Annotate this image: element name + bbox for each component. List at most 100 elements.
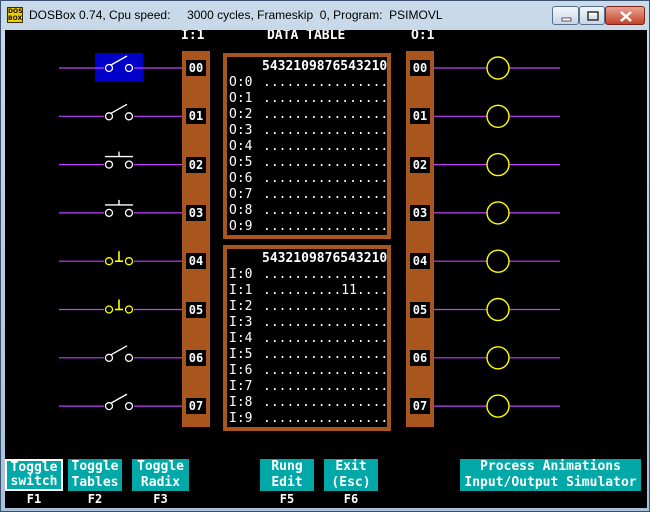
output-address-04: 04 <box>410 253 430 270</box>
output-table-row-label: O:1 <box>229 91 253 106</box>
input-address-01: 01 <box>186 108 206 125</box>
output-table-row-bits: ................ <box>263 187 389 202</box>
input-table-row-bits: ................ <box>263 379 389 394</box>
output-table-row-bits: ................ <box>263 107 389 122</box>
maximize-icon <box>587 11 599 21</box>
input-table-row: I:6................ <box>229 363 388 379</box>
input-table-row-bits: ................ <box>263 347 389 362</box>
input-table-row: I:4................ <box>229 331 388 347</box>
output-table-row-bits: ................ <box>263 171 389 186</box>
toggle-radix-button[interactable]: Toggle Radix <box>132 459 189 491</box>
input-table-row: I:1 ..........11.... <box>229 283 388 299</box>
output-lamp-01 <box>434 104 560 129</box>
output-table-row-label: O:2 <box>229 107 253 122</box>
input-table-row-bits: ................ <box>263 411 389 426</box>
output-address-07: 07 <box>410 398 430 415</box>
output-address-02: 02 <box>410 156 430 173</box>
maximize-button[interactable] <box>579 6 605 25</box>
input-table-row-label: I:1 <box>229 283 253 298</box>
output-lamp-05 <box>434 297 560 322</box>
output-table-row-label: O:4 <box>229 139 253 154</box>
output-address-03: 03 <box>410 204 430 221</box>
function-key-label-f3: F3 <box>153 492 168 506</box>
output-table-row: O:5................ <box>229 155 388 171</box>
output-table-row: O:4................ <box>229 139 388 155</box>
input-table-row: I:3................ <box>229 315 388 331</box>
input-bit-header: 5432109876543210 <box>262 251 388 266</box>
rung-edit-button[interactable]: Rung Edit <box>260 459 314 491</box>
data-table-title: DATA TABLE <box>267 30 346 43</box>
toggle-tables-button[interactable]: Toggle Tables <box>68 459 122 491</box>
minimize-icon <box>561 17 572 22</box>
function-key-label-f6: F6 <box>343 492 359 506</box>
input-table-row-label: I:0 <box>229 267 253 282</box>
input-table-row-label: I:2 <box>229 299 253 314</box>
input-table-row-bits: ................ <box>263 315 389 330</box>
input-switch-02[interactable] <box>59 151 182 169</box>
input-table-row-label: I:4 <box>229 331 253 346</box>
minimize-button[interactable] <box>552 6 579 25</box>
input-table-row-label: I:7 <box>229 379 253 394</box>
inputs-header: I:1 <box>181 30 205 43</box>
process-animations-button[interactable]: Process Animations Input/Output Simulato… <box>460 459 641 491</box>
dosbox-window: DOS BOX DOSBox 0.74, Cpu speed: 3000 cyc… <box>0 0 650 512</box>
outputs-header: O:1 <box>411 30 435 43</box>
output-table-row-label: O:7 <box>229 187 253 202</box>
input-switch-05[interactable] <box>59 299 182 314</box>
output-lamp-00 <box>434 56 560 80</box>
output-lamp-06 <box>434 346 560 370</box>
output-table-row-bits: ................ <box>263 219 389 234</box>
input-table-row-bits: ................ <box>263 267 389 282</box>
input-switch-01[interactable] <box>59 103 182 121</box>
output-address-06: 06 <box>410 349 430 366</box>
output-table-row-label: O:5 <box>229 155 253 170</box>
dos-screen[interactable]: I:1 DATA TABLE O:1 00 01 02 03 04 05 06 07 00 01… <box>5 30 647 508</box>
output-table-row: O:7................ <box>229 187 388 203</box>
function-key-label-f2: F2 <box>87 492 103 506</box>
title-bar[interactable]: DOS BOX DOSBox 0.74, Cpu speed: 3000 cyc… <box>1 1 649 30</box>
input-switch-04[interactable] <box>59 251 182 266</box>
input-table-row-bits: ................ <box>263 363 389 378</box>
dosbox-app-icon: DOS BOX <box>7 7 23 23</box>
input-table-row-bits: ................ <box>263 395 389 410</box>
output-lamp-03 <box>434 201 560 225</box>
input-data-table: 5432109876543210 I:0................ I:1.… <box>223 245 391 431</box>
input-switch-00[interactable] <box>59 53 182 82</box>
input-table-row-bits: ..........11.... <box>263 283 389 298</box>
output-address-05: 05 <box>410 301 430 318</box>
function-key-label-f1: F1 <box>26 492 42 506</box>
input-switch-03[interactable] <box>59 199 182 218</box>
exit-button[interactable]: Exit (Esc) <box>324 459 378 491</box>
output-address-01: 01 <box>410 108 430 125</box>
output-lamp-02 <box>434 152 560 177</box>
output-table-row: O:6................ <box>229 171 388 187</box>
output-table-row-bits: ................ <box>263 139 389 154</box>
output-table-row-bits: ................ <box>263 155 389 170</box>
input-switch-07[interactable] <box>59 393 182 411</box>
output-address-00: 00 <box>410 60 430 76</box>
output-table-row: O:8................ <box>229 203 388 219</box>
input-address-04: 04 <box>186 253 206 270</box>
output-lamp-04 <box>434 249 560 273</box>
output-table-row-label: O:3 <box>229 123 253 138</box>
input-switch-06[interactable] <box>59 345 182 362</box>
close-button[interactable] <box>605 6 645 25</box>
output-table-row-bits: ................ <box>263 203 389 218</box>
output-table-row-bits: ................ <box>263 91 389 106</box>
output-lamp-07 <box>434 394 560 418</box>
output-table-row-label: O:6 <box>229 171 253 186</box>
toggle-switch-button[interactable]: Toggle switch <box>5 459 63 491</box>
output-table-row-label: O:8 <box>229 203 253 218</box>
input-table-row-bits: ................ <box>263 299 389 314</box>
input-table-row-bits: ................ <box>263 331 389 346</box>
output-data-table: 5432109876543210 O:0................ O:1.… <box>223 53 391 239</box>
output-table-row-label: O:0 <box>229 75 253 90</box>
close-icon <box>620 11 632 22</box>
input-table-row: I:9................ <box>229 411 388 427</box>
input-table-row-label: I:3 <box>229 315 253 330</box>
output-table-row: O:9................ <box>229 219 388 235</box>
input-address-05: 05 <box>186 301 206 318</box>
input-address-00: 00 <box>186 60 206 76</box>
input-address-02: 02 <box>186 156 206 173</box>
input-table-row: I:7................ <box>229 379 388 395</box>
